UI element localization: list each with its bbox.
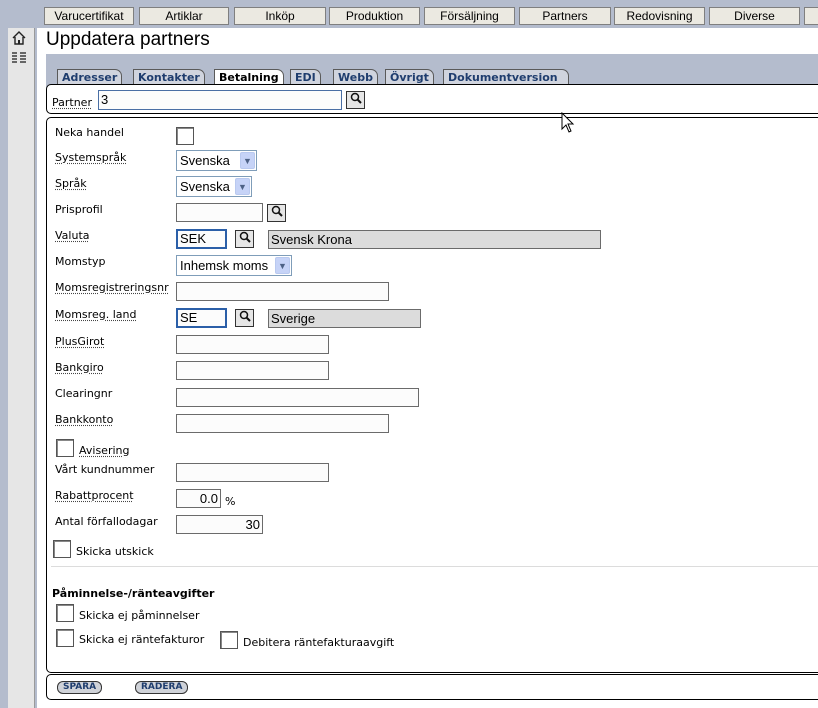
menu-more[interactable] — [804, 7, 818, 25]
clearingnr-label: Clearingnr — [55, 387, 112, 400]
systemsprak-value: Svenska — [180, 153, 230, 168]
sprak-value: Svenska — [180, 179, 230, 194]
home-icon[interactable] — [11, 30, 27, 49]
skicka-ej-paminnelser-checkbox[interactable] — [56, 604, 74, 622]
momstyp-select[interactable]: Inhemsk moms ▼ — [176, 255, 292, 276]
prisprofil-label: Prisprofil — [55, 203, 103, 216]
momstyp-value: Inhemsk moms — [180, 258, 268, 273]
partner-search-icon[interactable] — [346, 91, 365, 109]
menu-partners[interactable]: Partners — [519, 7, 611, 25]
page-title: Uppdatera partners — [46, 29, 210, 51]
partner-panel: Partner 3 — [46, 84, 818, 114]
tab-edi[interactable]: EDI — [290, 69, 321, 84]
menu-artiklar[interactable]: Artiklar — [139, 7, 229, 25]
mouse-cursor-icon — [561, 112, 575, 137]
bankkonto-label: Bankkonto — [55, 413, 113, 426]
momstyp-label: Momstyp — [55, 255, 105, 268]
skicka-ej-paminnelser-label: Skicka ej påminnelser — [79, 609, 199, 622]
plusgirot-input[interactable] — [176, 335, 329, 354]
systemsprak-label: Systemspråk — [55, 151, 126, 164]
vart-kundnummer-label: Vårt kundnummer — [55, 463, 154, 476]
sprak-label: Språk — [55, 177, 87, 190]
menu-inkop[interactable]: Inköp — [234, 7, 326, 25]
momsreg-land-code-input[interactable]: SE — [176, 308, 227, 328]
save-button[interactable]: SPARA — [57, 681, 102, 694]
valuta-search-icon[interactable] — [235, 230, 254, 248]
momsreg-land-search-icon[interactable] — [235, 309, 254, 327]
neka-handel-checkbox[interactable] — [176, 127, 194, 145]
tab-adresser[interactable]: Adresser — [57, 69, 122, 84]
partner-input[interactable]: 3 — [98, 90, 342, 110]
tab-webb[interactable]: Webb — [333, 69, 378, 84]
momsreg-land-name-field: Sverige — [268, 309, 421, 328]
chevron-down-icon: ▼ — [240, 152, 255, 169]
section-divider — [51, 566, 818, 567]
menu-varucertifikat[interactable]: Varucertifikat — [44, 7, 134, 25]
clearingnr-input[interactable] — [176, 388, 419, 407]
main-content: Uppdatera partners Adresser Kontakter Be… — [37, 28, 818, 708]
menu-redovisning[interactable]: Redovisning — [614, 7, 705, 25]
menu-forsaljning[interactable]: Försäljning — [424, 7, 515, 25]
top-menu-bar: Varucertifikat Artiklar Inköp Produktion… — [0, 0, 818, 28]
chevron-down-icon: ▼ — [235, 178, 250, 195]
rabattprocent-unit: % — [225, 495, 235, 508]
chevron-down-icon: ▼ — [275, 257, 290, 274]
bankgiro-label: Bankgiro — [55, 361, 104, 374]
list-icon[interactable] — [11, 51, 27, 68]
avisering-checkbox[interactable] — [56, 439, 74, 457]
debitera-rantefakturaavgift-label: Debitera räntefakturaavgift — [243, 636, 394, 649]
payment-form-panel: Neka handel Systemspråk Svenska ▼ Språk … — [46, 117, 818, 673]
tab-dokumentversion[interactable]: Dokumentversion — [443, 69, 569, 84]
debitera-rantefakturaavgift-checkbox[interactable] — [220, 631, 238, 649]
delete-button[interactable]: RADERA — [135, 681, 188, 694]
momsregistreringsnr-label: Momsregistreringsnr — [55, 281, 169, 294]
sprak-select[interactable]: Svenska ▼ — [176, 176, 252, 197]
rabattprocent-input[interactable]: 0.0 — [176, 489, 221, 508]
avisering-label: Avisering — [79, 444, 129, 457]
button-panel: SPARA RADERA — [46, 674, 818, 700]
tab-ovrigt[interactable]: Övrigt — [385, 69, 434, 84]
tab-betalning[interactable]: Betalning — [214, 69, 284, 85]
partner-label: Partner — [52, 96, 92, 109]
prisprofil-search-icon[interactable] — [267, 204, 286, 222]
left-toolbar — [8, 28, 35, 708]
skicka-utskick-label: Skicka utskick — [76, 545, 154, 558]
antal-forfallodagar-label: Antal förfallodagar — [55, 515, 158, 528]
vart-kundnummer-input[interactable] — [176, 463, 329, 482]
skicka-ej-rantefakturor-checkbox[interactable] — [56, 629, 74, 647]
tab-kontakter[interactable]: Kontakter — [133, 69, 205, 84]
systemsprak-select[interactable]: Svenska ▼ — [176, 150, 257, 171]
rabattprocent-label: Rabattprocent — [55, 489, 134, 502]
menu-produktion[interactable]: Produktion — [329, 7, 420, 25]
momsregistreringsnr-input[interactable] — [176, 282, 389, 301]
valuta-label: Valuta — [55, 229, 90, 242]
menu-diverse[interactable]: Diverse — [709, 7, 800, 25]
bankgiro-input[interactable] — [176, 361, 329, 380]
momsreg-land-label: Momsreg. land — [55, 308, 136, 321]
neka-handel-label: Neka handel — [55, 126, 124, 139]
valuta-name-field: Svensk Krona — [268, 230, 601, 249]
skicka-utskick-checkbox[interactable] — [53, 540, 71, 558]
antal-forfallodagar-input[interactable]: 30 — [176, 515, 263, 534]
plusgirot-label: PlusGirot — [55, 335, 104, 348]
bankkonto-input[interactable] — [176, 414, 389, 433]
prisprofil-input[interactable] — [176, 203, 263, 222]
skicka-ej-rantefakturor-label: Skicka ej räntefakturor — [79, 633, 204, 646]
valuta-code-input[interactable]: SEK — [176, 229, 227, 249]
reminders-heading: Påminnelse-/ränteavgifter — [52, 587, 214, 600]
